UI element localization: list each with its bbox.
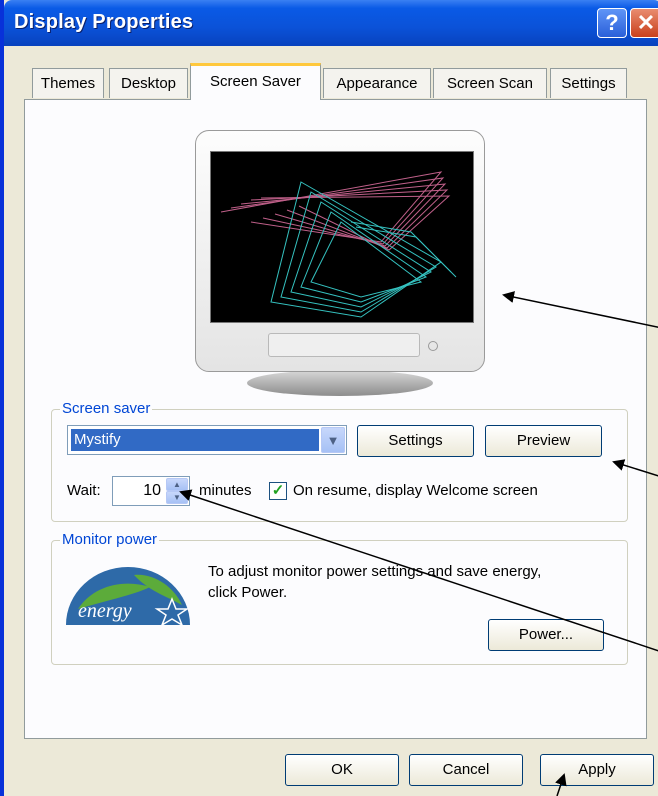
mystify-preview-image [220, 171, 457, 318]
resume-welcome-checkbox[interactable]: ✓ [269, 482, 287, 500]
spin-up-icon[interactable]: ▲ [166, 478, 188, 491]
monitor-bezel [195, 130, 485, 372]
tab-screen-scan[interactable]: Screen Scan [433, 68, 547, 98]
tab-desktop[interactable]: Desktop [109, 68, 188, 98]
screensaver-selected-value: Mystify [71, 429, 319, 451]
monitor-stand [247, 370, 433, 396]
display-properties-window: Display Properties ? ✕ Themes Desktop Sc… [0, 0, 658, 796]
screen-saver-group-label: Screen saver [60, 400, 153, 417]
power-button[interactable]: Power... [488, 619, 604, 651]
monitor-power-description-line2: click Power. [208, 584, 288, 601]
chevron-down-icon[interactable]: ▼ [321, 427, 345, 453]
minutes-label: minutes [199, 482, 252, 499]
help-button[interactable]: ? [597, 8, 627, 38]
cancel-button[interactable]: Cancel [409, 754, 523, 786]
monitor-power-led-icon [428, 341, 438, 351]
monitor-power-description-line1: To adjust monitor power settings and sav… [208, 563, 542, 580]
monitor-power-group-label: Monitor power [60, 531, 160, 548]
close-button[interactable]: ✕ [630, 8, 658, 38]
spin-down-icon[interactable]: ▼ [166, 491, 188, 504]
window-title: Display Properties [14, 11, 194, 33]
screensaver-preview-monitor [195, 130, 485, 396]
tab-settings[interactable]: Settings [550, 68, 627, 98]
energy-star-logo: energy [66, 567, 190, 625]
resume-checkbox-label[interactable]: On resume, display Welcome screen [293, 482, 538, 499]
preview-screen [210, 151, 474, 323]
tab-screen-saver[interactable]: Screen Saver [190, 63, 321, 100]
wait-label: Wait: [67, 482, 101, 499]
energy-logo-text: energy [78, 600, 132, 622]
apply-button[interactable]: Apply [540, 754, 654, 786]
title-bar[interactable]: Display Properties ? ✕ [4, 0, 658, 46]
settings-button[interactable]: Settings [357, 425, 474, 457]
preview-button[interactable]: Preview [485, 425, 602, 457]
tab-appearance[interactable]: Appearance [323, 68, 431, 98]
ok-button[interactable]: OK [285, 754, 399, 786]
tab-themes[interactable]: Themes [32, 68, 104, 98]
checkmark-icon: ✓ [271, 482, 285, 499]
wait-minutes-stepper[interactable]: 10 ▲ ▼ [112, 476, 190, 506]
screensaver-select[interactable]: Mystify ▼ [67, 425, 347, 455]
wait-minutes-value: 10 [143, 482, 161, 499]
monitor-panel-slot [268, 333, 420, 357]
